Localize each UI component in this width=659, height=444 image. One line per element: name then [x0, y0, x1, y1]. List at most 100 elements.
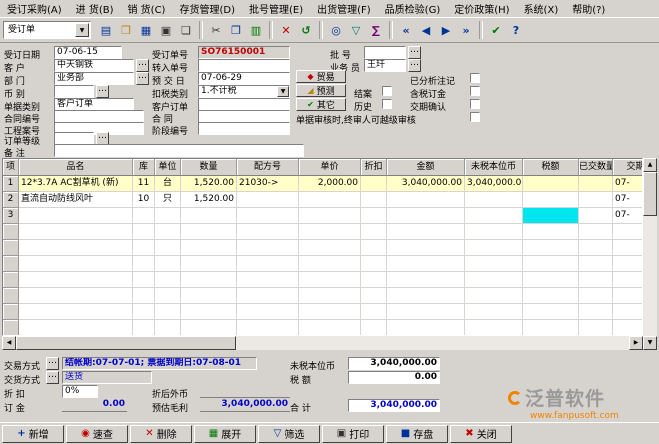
table-cell[interactable]: [19, 208, 133, 224]
history-checkbox[interactable]: [382, 99, 392, 109]
table-cell[interactable]: [133, 320, 155, 336]
cut-icon[interactable]: ✂: [206, 20, 226, 40]
delete-button[interactable]: ✕删除: [130, 425, 192, 443]
table-cell[interactable]: [387, 192, 465, 208]
table-cell[interactable]: [19, 304, 133, 320]
table-cell[interactable]: [361, 304, 387, 320]
table-cell[interactable]: 1,520.00: [181, 176, 237, 192]
table-cell[interactable]: [387, 304, 465, 320]
menu-item-3[interactable]: 销 货(C): [121, 0, 173, 17]
hscroll-thumb[interactable]: [16, 336, 236, 350]
table-cell[interactable]: 只: [155, 192, 181, 208]
table-cell[interactable]: [523, 240, 579, 256]
undo-icon[interactable]: ↺: [296, 20, 316, 40]
print-button[interactable]: ▣打印: [322, 425, 384, 443]
table-cell[interactable]: [133, 272, 155, 288]
table-cell[interactable]: [361, 320, 387, 336]
table-cell[interactable]: [613, 272, 643, 288]
table-cell[interactable]: [133, 240, 155, 256]
table-cell[interactable]: [19, 240, 133, 256]
table-cell[interactable]: [579, 192, 613, 208]
column-header[interactable]: 数量: [181, 159, 237, 176]
table-cell[interactable]: [299, 256, 361, 272]
table-cell[interactable]: [155, 224, 181, 240]
table-cell[interactable]: [299, 240, 361, 256]
customer-field[interactable]: 中天钢铁: [54, 59, 134, 72]
table-cell[interactable]: [237, 288, 299, 304]
row-index-cell[interactable]: [3, 320, 19, 336]
delivery-lookup-button[interactable]: …: [46, 371, 59, 384]
scroll-down-icon[interactable]: ▼: [643, 336, 657, 350]
column-header[interactable]: 单价: [299, 159, 361, 176]
trade-terms-field[interactable]: 结帐期:07-07-01; 票据到期日:07-08-01: [62, 357, 257, 370]
remark-field[interactable]: [54, 144, 304, 157]
table-cell[interactable]: [579, 176, 613, 192]
table-cell[interactable]: 3,040,000.00: [465, 176, 523, 192]
doc-type-combo[interactable]: 受订单 ▼: [3, 21, 91, 39]
table-cell[interactable]: [181, 240, 237, 256]
expand-button[interactable]: ▦展开: [194, 425, 256, 443]
first-record-icon[interactable]: «: [396, 20, 416, 40]
table-cell[interactable]: [299, 208, 361, 224]
column-header[interactable]: 库: [133, 159, 155, 176]
table-cell[interactable]: [361, 288, 387, 304]
vscroll-thumb[interactable]: [643, 172, 657, 216]
table-cell[interactable]: [465, 240, 523, 256]
copy-icon[interactable]: ❐: [226, 20, 246, 40]
table-cell[interactable]: 07-: [613, 208, 643, 224]
menu-item-4[interactable]: 存货管理(D): [172, 0, 242, 17]
table-cell[interactable]: [361, 256, 387, 272]
table-cell[interactable]: 11: [133, 176, 155, 192]
table-cell[interactable]: [579, 208, 613, 224]
table-cell[interactable]: [133, 208, 155, 224]
row-index-cell[interactable]: 3: [3, 208, 19, 224]
table-cell[interactable]: [237, 208, 299, 224]
table-cell[interactable]: [181, 288, 237, 304]
trade-terms-lookup-button[interactable]: …: [46, 357, 59, 370]
open-icon[interactable]: ❒: [116, 20, 136, 40]
confirm-checkbox[interactable]: [470, 99, 480, 109]
discount-field[interactable]: 0%: [62, 385, 98, 398]
table-cell[interactable]: [133, 224, 155, 240]
table-cell[interactable]: [579, 240, 613, 256]
table-cell[interactable]: [155, 208, 181, 224]
table-cell[interactable]: [465, 304, 523, 320]
column-header[interactable]: 税额: [523, 159, 579, 176]
row-index-cell[interactable]: 1: [3, 176, 19, 192]
save-icon[interactable]: ▦: [136, 20, 156, 40]
table-cell[interactable]: [299, 272, 361, 288]
column-header[interactable]: 折扣: [361, 159, 387, 176]
table-cell[interactable]: [299, 320, 361, 336]
column-header[interactable]: 金额: [387, 159, 465, 176]
override-checkbox[interactable]: [470, 112, 480, 122]
table-cell[interactable]: 07-: [613, 176, 643, 192]
table-cell[interactable]: [181, 304, 237, 320]
table-cell[interactable]: [523, 208, 579, 224]
table-cell[interactable]: [181, 256, 237, 272]
table-cell[interactable]: [237, 224, 299, 240]
table-cell[interactable]: [613, 304, 643, 320]
next-record-icon[interactable]: ▶: [436, 20, 456, 40]
table-cell[interactable]: [237, 272, 299, 288]
menu-item-1[interactable]: 受订采购(A): [0, 0, 69, 17]
quick-search-button[interactable]: ◉速查: [66, 425, 128, 443]
table-cell[interactable]: [387, 224, 465, 240]
table-cell[interactable]: [465, 224, 523, 240]
table-cell[interactable]: [613, 240, 643, 256]
table-cell[interactable]: [579, 288, 613, 304]
table-cell[interactable]: [523, 192, 579, 208]
table-vscrollbar[interactable]: ▲ ▼: [643, 158, 657, 350]
table-cell[interactable]: [133, 288, 155, 304]
table-cell[interactable]: [465, 256, 523, 272]
menu-item-2[interactable]: 进 货(B): [69, 0, 121, 17]
table-cell[interactable]: [387, 256, 465, 272]
currency-lookup-button[interactable]: …: [96, 85, 109, 98]
table-cell[interactable]: [523, 272, 579, 288]
row-index-cell[interactable]: [3, 224, 19, 240]
scroll-right-icon[interactable]: ▶: [629, 336, 643, 350]
approve-icon[interactable]: ✔: [486, 20, 506, 40]
row-index-cell[interactable]: 2: [3, 192, 19, 208]
row-index-cell[interactable]: [3, 256, 19, 272]
scroll-up-icon[interactable]: ▲: [643, 158, 657, 172]
calc-icon[interactable]: ∑: [366, 20, 386, 40]
